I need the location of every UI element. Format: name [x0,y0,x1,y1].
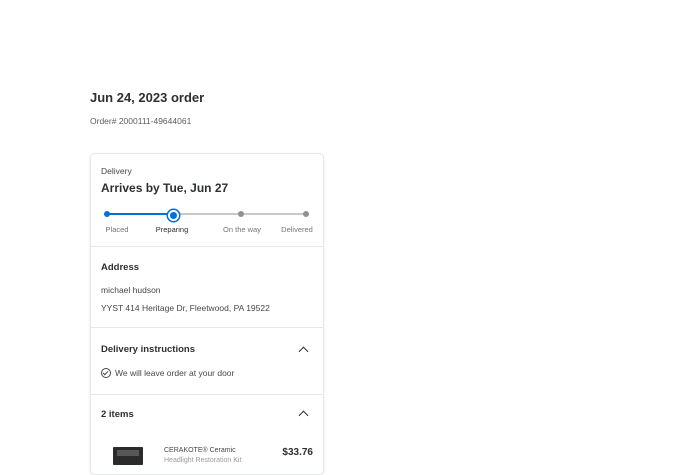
delivery-instructions-section[interactable]: Delivery instructions We will leave orde… [91,328,323,395]
arrival-date: Arrives by Tue, Jun 27 [101,181,229,195]
delivery-instructions-text: We will leave order at your door [115,368,235,378]
delivery-instructions-title: Delivery instructions [101,344,195,355]
item-thumbnail[interactable] [113,447,143,465]
step-label-placed: Placed [105,225,129,234]
step-label-preparing: Preparing [155,225,189,234]
address-line: YYST 414 Heritage Dr, Fleetwood, PA 1952… [101,303,270,313]
address-section: Address michael hudson YYST 414 Heritage… [91,247,323,328]
progress-track-complete [107,213,173,215]
step-label-on-the-way: On the way [223,225,261,234]
delivery-progress-tracker [104,209,309,221]
step-dot-on-the-way [238,211,244,217]
items-count-title: 2 items [101,409,134,420]
delivery-section: Delivery Arrives by Tue, Jun 27 Placed P… [91,154,323,247]
step-dot-placed [104,211,110,217]
item-name[interactable]: CERAKOTE® Ceramic [164,446,264,456]
step-dot-delivered [303,211,309,217]
items-section[interactable]: 2 items CERAKOTE® Ceramic Headlight Rest… [91,395,323,474]
item-price: $33.76 [282,447,313,458]
order-date: Jun 24, 2023 order [90,90,205,105]
item-name-line2[interactable]: Headlight Restoration Kit [164,456,264,466]
address-title: Address [101,262,140,273]
address-name: michael hudson [101,285,161,295]
chevron-up-icon[interactable] [298,346,309,357]
order-number: Order# 2000111-49644061 [90,116,192,126]
chevron-up-icon[interactable] [298,410,309,421]
step-dot-preparing [167,210,179,221]
check-circle-icon [101,368,111,378]
order-details-card: Delivery Arrives by Tue, Jun 27 Placed P… [90,153,324,475]
step-label-delivered: Delivered [281,225,313,234]
delivery-label: Delivery [101,166,132,176]
